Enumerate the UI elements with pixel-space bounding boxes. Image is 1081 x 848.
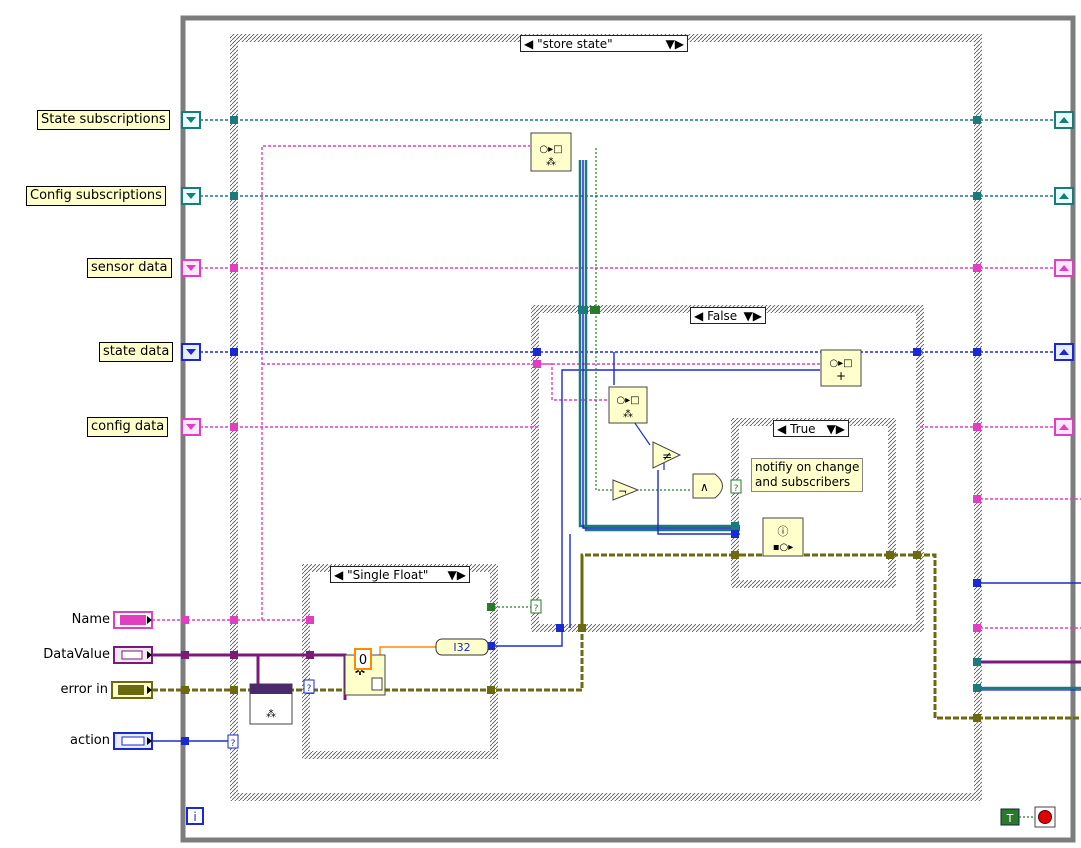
i32-label: I32 bbox=[453, 641, 470, 654]
zero-constant: 0 bbox=[359, 653, 367, 668]
action-label: action bbox=[69, 733, 110, 748]
sensor-data-label: sensor data bbox=[87, 258, 172, 278]
notify-subscribers-icon[interactable]: ⓘ ▪○▸ bbox=[762, 517, 804, 557]
prev-case-icon[interactable]: ◀ bbox=[524, 37, 533, 51]
svg-text:⁂: ⁂ bbox=[266, 708, 276, 720]
error-in-label: error in bbox=[60, 682, 108, 697]
case-dropdown-icon[interactable]: ▼▶ bbox=[827, 421, 845, 438]
case-label-single-float[interactable]: ◀ "Single Float" ▼▶ bbox=[330, 566, 470, 583]
config-data-label: config data bbox=[87, 417, 169, 437]
svg-text:⁂: ⁂ bbox=[546, 156, 556, 168]
svg-text:≠: ≠ bbox=[662, 449, 672, 463]
name-label: Name bbox=[71, 612, 110, 627]
svg-text:?: ? bbox=[231, 739, 236, 749]
svg-text:T: T bbox=[1006, 812, 1014, 825]
false-case-selector[interactable]: ? bbox=[530, 599, 542, 614]
svg-text:⁂: ⁂ bbox=[623, 408, 633, 420]
variant-set-attribute-icon[interactable]: ○▸□ + bbox=[820, 349, 862, 387]
config-data-shift-register[interactable] bbox=[1054, 418, 1074, 436]
case-selector-terminal[interactable]: ? bbox=[730, 479, 742, 494]
config-subscriptions-shift-register[interactable] bbox=[1054, 187, 1074, 205]
datavalue-terminal[interactable] bbox=[113, 646, 153, 664]
error-in-terminal[interactable] bbox=[111, 681, 153, 699]
case-dropdown-icon[interactable]: ▼▶ bbox=[666, 36, 684, 53]
case-label-true[interactable]: ◀ True ▼▶ bbox=[773, 420, 849, 437]
prev-case-icon[interactable]: ◀ bbox=[334, 568, 343, 582]
svg-text:▪○▸: ▪○▸ bbox=[773, 542, 794, 553]
svg-text:¬: ¬ bbox=[618, 485, 627, 498]
config-subscriptions-label: Config subscriptions bbox=[26, 186, 166, 206]
case-label-false[interactable]: ◀ False ▼▶ bbox=[690, 307, 766, 324]
state-subscriptions-label: State subscriptions bbox=[37, 110, 170, 130]
sensor-data-terminal[interactable] bbox=[181, 259, 201, 277]
svg-text:?: ? bbox=[734, 484, 739, 494]
prev-case-icon[interactable]: ◀ bbox=[694, 309, 703, 323]
sensor-data-shift-register[interactable] bbox=[1054, 259, 1074, 277]
state-subscriptions-terminal[interactable] bbox=[181, 111, 201, 129]
state-data-label: state data bbox=[99, 342, 174, 362]
stop-condition-icon[interactable] bbox=[1034, 806, 1056, 828]
config-data-terminal[interactable] bbox=[181, 418, 201, 436]
state-data-terminal[interactable] bbox=[181, 343, 201, 361]
variant-attribute-get-icon[interactable]: ○▸□ ⁂ bbox=[530, 132, 572, 172]
svg-text:○▸□: ○▸□ bbox=[616, 395, 639, 406]
variant-get-attribute-icon-2[interactable]: ○▸□ ⁂ bbox=[608, 386, 648, 424]
case-dropdown-icon[interactable]: ▼▶ bbox=[448, 567, 466, 584]
svg-text:?: ? bbox=[534, 604, 539, 614]
and-icon[interactable]: ∧ bbox=[692, 473, 723, 499]
config-subscriptions-terminal[interactable] bbox=[181, 187, 201, 205]
name-terminal[interactable] bbox=[113, 611, 153, 629]
svg-text:i: i bbox=[193, 810, 196, 824]
case-label-store-state[interactable]: ◀ "store state" ▼▶ bbox=[520, 35, 688, 52]
case-dropdown-icon[interactable]: ▼▶ bbox=[744, 308, 762, 325]
variant-subvi-icon[interactable]: ⁂ bbox=[249, 683, 293, 725]
svg-text:○▸□: ○▸□ bbox=[829, 358, 852, 369]
svg-text:+: + bbox=[836, 369, 846, 383]
prev-case-icon[interactable]: ◀ bbox=[777, 422, 786, 436]
svg-text:ⓘ: ⓘ bbox=[778, 525, 789, 538]
action-terminal[interactable] bbox=[113, 732, 153, 750]
datavalue-label: DataValue bbox=[43, 647, 110, 662]
svg-text:?: ? bbox=[307, 684, 312, 694]
svg-text:○▸□: ○▸□ bbox=[539, 144, 562, 155]
case-selector-single-float[interactable]: ? bbox=[303, 679, 315, 694]
svg-text:∧: ∧ bbox=[700, 480, 709, 494]
case-selector-outer[interactable]: ? bbox=[227, 734, 239, 749]
notify-comment: notifiy on change and subscribers bbox=[751, 458, 864, 492]
state-data-shift-register[interactable] bbox=[1054, 343, 1074, 361]
state-subscriptions-shift-register[interactable] bbox=[1054, 111, 1074, 129]
